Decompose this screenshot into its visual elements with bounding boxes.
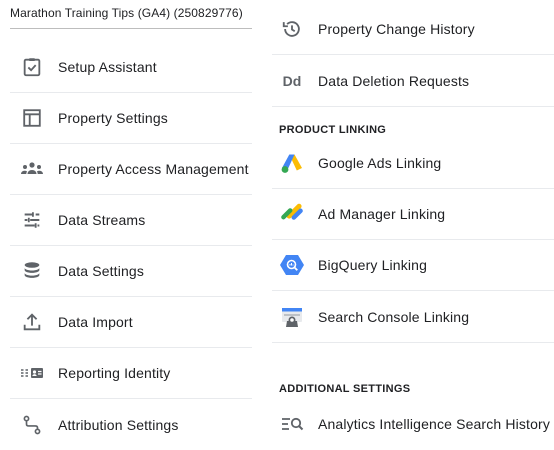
upload-icon bbox=[20, 310, 44, 334]
ad-manager-logo-icon bbox=[280, 202, 304, 226]
menu-item-property-access-management[interactable]: Property Access Management bbox=[10, 144, 252, 195]
menu-item-label: Property Settings bbox=[58, 110, 168, 126]
checklist-icon bbox=[20, 55, 44, 79]
menu-item-label: Property Change History bbox=[318, 21, 475, 37]
menu-item-label: Setup Assistant bbox=[58, 59, 157, 75]
section-divider bbox=[272, 106, 554, 107]
menu-item-bigquery-linking[interactable]: BigQuery Linking bbox=[272, 240, 554, 291]
menu-item-search-console-linking[interactable]: Search Console Linking bbox=[272, 291, 554, 342]
dd-icon: Dd bbox=[280, 69, 304, 93]
people-group-icon bbox=[20, 157, 44, 181]
reporting-identity-icon bbox=[20, 361, 44, 385]
property-divider bbox=[10, 28, 252, 29]
menu-item-label: Analytics Intelligence Search History bbox=[318, 415, 550, 432]
dd-icon-text: Dd bbox=[282, 72, 302, 89]
database-icon bbox=[20, 259, 44, 283]
history-icon bbox=[280, 17, 304, 41]
menu-item-property-settings[interactable]: Property Settings bbox=[10, 93, 252, 144]
bigquery-logo-icon bbox=[280, 253, 304, 277]
menu-item-label: BigQuery Linking bbox=[318, 257, 428, 273]
menu-item-property-change-history[interactable]: Property Change History bbox=[272, 4, 554, 55]
menu-item-label: Data Import bbox=[58, 314, 133, 330]
menu-item-label: Data Deletion Requests bbox=[318, 72, 470, 89]
menu-item-label: Search Console Linking bbox=[318, 308, 470, 325]
menu-item-label: Attribution Settings bbox=[58, 416, 179, 433]
section-heading-additional-settings: ADDITIONAL SETTINGS bbox=[279, 383, 411, 395]
menu-item-label: Data Settings bbox=[58, 263, 144, 279]
menu-item-data-import[interactable]: Data Import bbox=[10, 297, 252, 348]
menu-item-data-streams[interactable]: Data Streams bbox=[10, 195, 252, 246]
menu-item-label: Reporting Identity bbox=[58, 365, 171, 381]
search-history-icon bbox=[280, 412, 304, 436]
google-ads-logo-icon bbox=[280, 151, 304, 175]
menu-item-analytics-intelligence-search-history[interactable]: Analytics Intelligence Search History bbox=[272, 398, 554, 449]
section-divider bbox=[272, 342, 554, 343]
menu-item-label: Ad Manager Linking bbox=[318, 206, 446, 222]
menu-item-data-deletion-requests[interactable]: Dd Data Deletion Requests bbox=[272, 55, 554, 106]
menu-item-reporting-identity[interactable]: Reporting Identity bbox=[10, 348, 252, 399]
menu-item-setup-assistant[interactable]: Setup Assistant bbox=[10, 42, 252, 93]
property-layout-icon bbox=[20, 106, 44, 130]
section-heading-product-linking: PRODUCT LINKING bbox=[279, 124, 387, 136]
data-streams-icon bbox=[20, 208, 44, 232]
menu-item-google-ads-linking[interactable]: Google Ads Linking bbox=[272, 138, 554, 189]
menu-item-ad-manager-linking[interactable]: Ad Manager Linking bbox=[272, 189, 554, 240]
search-console-logo-icon bbox=[280, 305, 304, 329]
menu-item-label: Property Access Management bbox=[58, 161, 249, 177]
menu-item-label: Data Streams bbox=[58, 212, 146, 228]
menu-item-attribution-settings[interactable]: Attribution Settings bbox=[10, 399, 252, 450]
menu-item-label: Google Ads Linking bbox=[318, 155, 442, 171]
property-name[interactable]: Marathon Training Tips (GA4) (250829776) bbox=[10, 6, 250, 20]
menu-item-data-settings[interactable]: Data Settings bbox=[10, 246, 252, 297]
attribution-path-icon bbox=[20, 413, 44, 437]
